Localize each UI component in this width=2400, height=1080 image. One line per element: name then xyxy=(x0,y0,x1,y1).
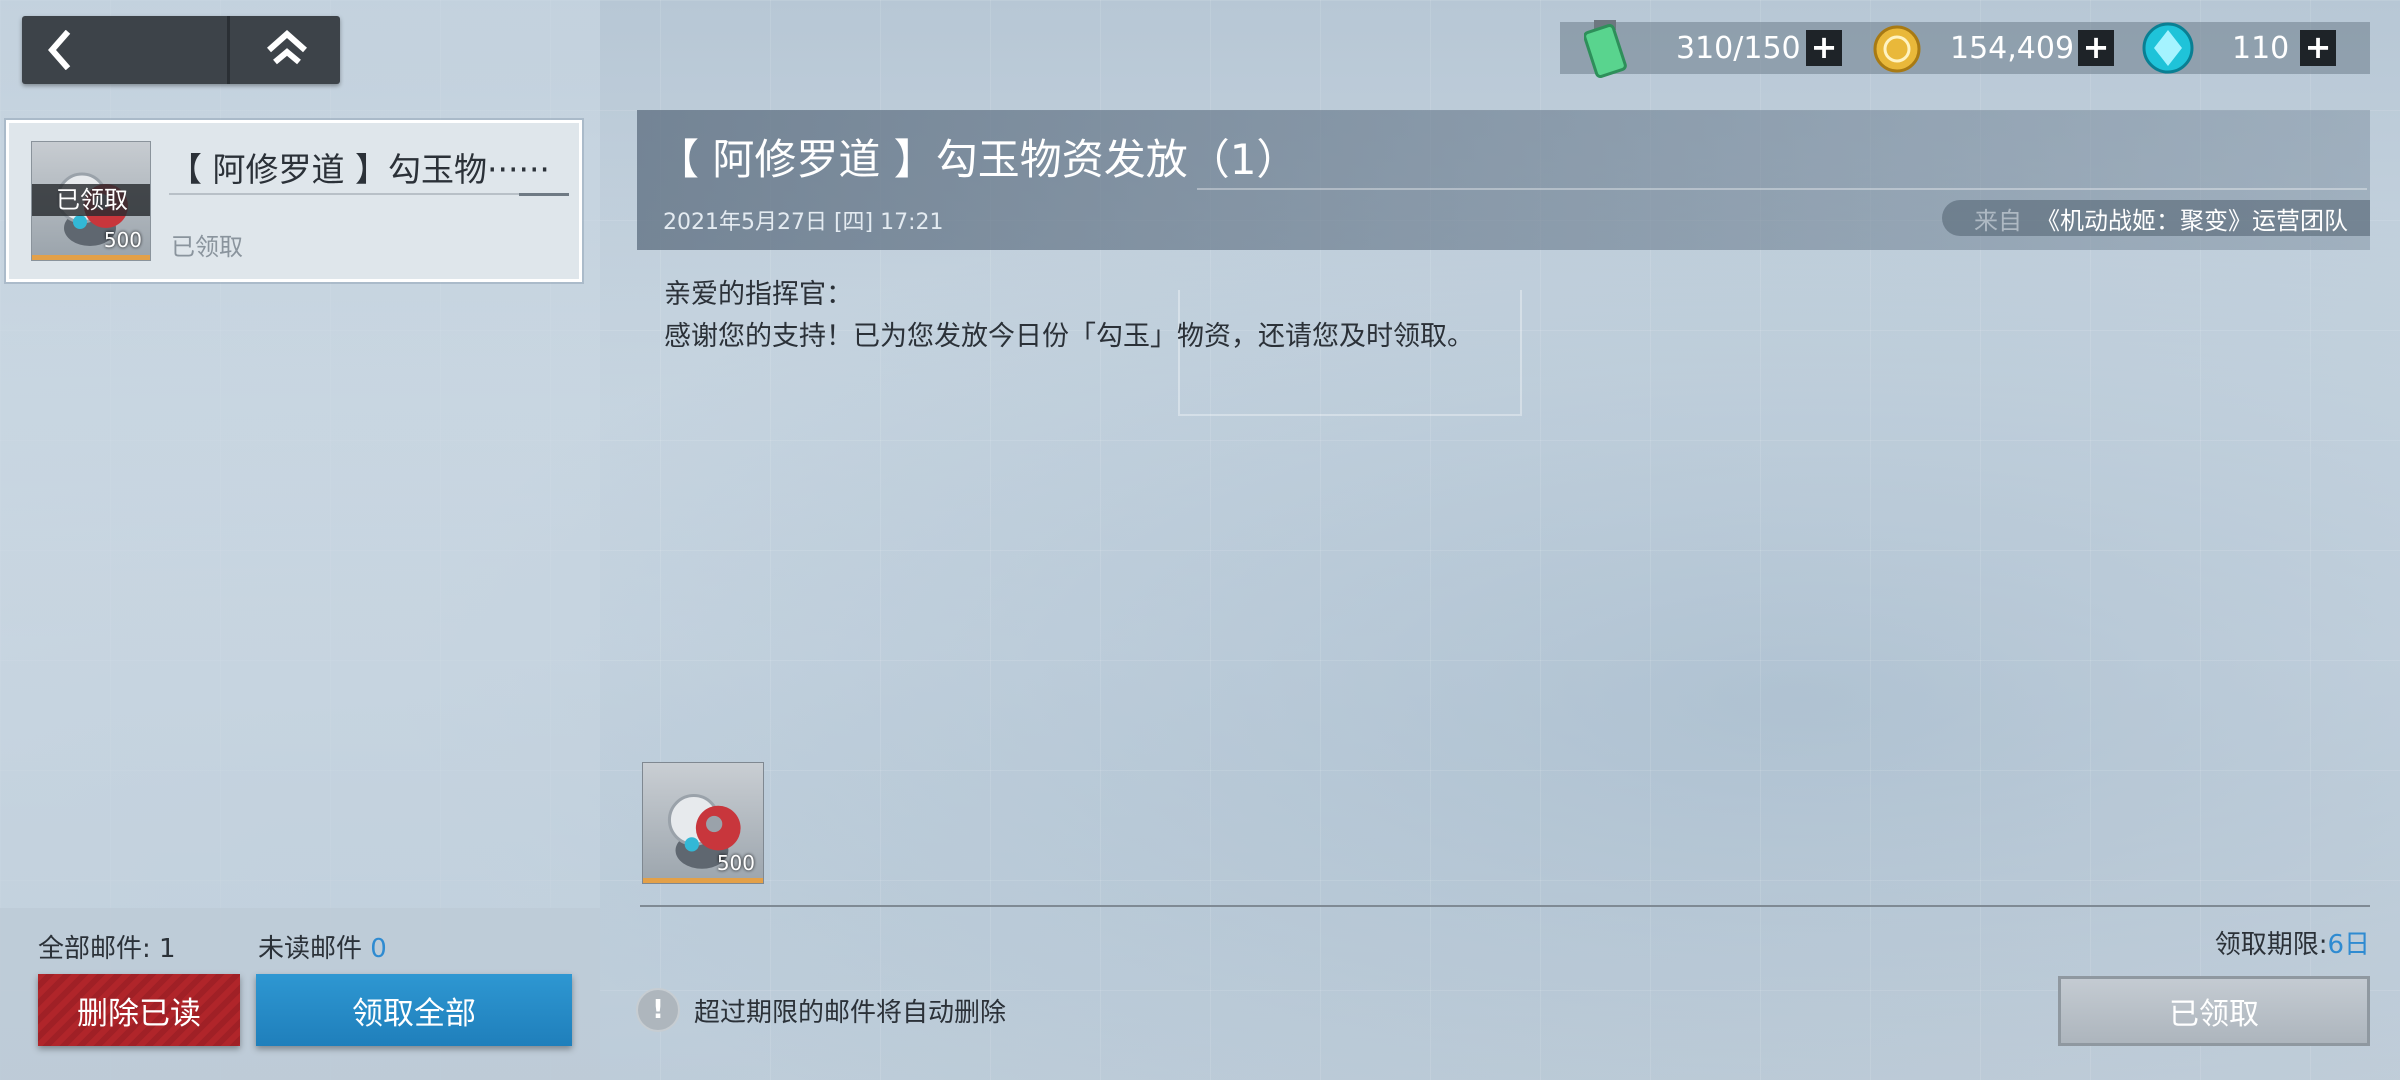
reward-item[interactable]: 500 xyxy=(642,762,764,884)
mail-greeting: 亲爱的指挥官： xyxy=(664,279,853,310)
mail-list-item[interactable]: 已领取 500 【 阿修罗道 】勾玉物······ 已领取 xyxy=(6,120,582,282)
footer-divider xyxy=(640,905,2370,907)
green-battery-icon xyxy=(1584,20,1627,78)
claim-all-button[interactable]: 领取全部 xyxy=(256,974,572,1046)
notice-text: 超过期限的邮件将自动删除 xyxy=(694,997,1007,1028)
unread-mail-count: 未读邮件 0 xyxy=(258,928,387,965)
deadline-value: 6日 xyxy=(2327,930,2370,960)
rarity-bar xyxy=(643,878,763,883)
mail-item-status: 已领取 xyxy=(171,233,243,261)
mail-sender: 来自 《机动战姬：聚变》运营团队 xyxy=(1942,200,2370,236)
cyan-crystal-icon xyxy=(2142,22,2194,74)
rarity-bar xyxy=(32,255,150,260)
mail-date: 2021年5月27日 [四] 17:21 xyxy=(663,210,944,235)
item-quantity: 500 xyxy=(103,228,142,252)
energy-plus-button[interactable]: + xyxy=(1806,30,1842,66)
divider-accent xyxy=(519,193,569,196)
mail-header: 【 阿修罗道 】勾玉物资发放（1） 2021年5月27日 [四] 17:21 来… xyxy=(637,110,2370,250)
home-button[interactable] xyxy=(227,16,343,84)
header-divider xyxy=(1197,188,2367,190)
mail-content: 感谢您的支持！已为您发放今日份「勾玉」物资，还请您及时领取。 xyxy=(664,321,1474,352)
claim-deadline: 领取期限:6日 xyxy=(2215,924,2370,961)
sender-name: 《机动战姬：聚变》运营团队 xyxy=(2036,206,2348,235)
exclamation-icon: ! xyxy=(636,988,680,1032)
mail-item-thumbnail: 已领取 500 xyxy=(31,141,151,261)
coin-plus-button[interactable]: + xyxy=(2078,30,2114,66)
mail-list-footer: 全部邮件: 1 未读邮件 0 删除已读 领取全部 xyxy=(0,908,600,1080)
energy-value: 310/150 xyxy=(1676,30,1801,66)
home-icon xyxy=(266,30,307,65)
back-button[interactable] xyxy=(22,16,222,84)
mail-title: 【 阿修罗道 】勾玉物资发放（1） xyxy=(657,135,1299,184)
nav-bar xyxy=(22,16,340,84)
mail-item-title: 【 阿修罗道 】勾玉物······ xyxy=(169,150,550,189)
crystal-value: 110 xyxy=(2232,30,2290,66)
chevron-left-icon xyxy=(48,30,71,70)
auto-delete-notice: ! 超过期限的邮件将自动删除 xyxy=(636,988,1006,1032)
mail-body: 亲爱的指挥官： 感谢您的支持！已为您发放今日份「勾玉」物资，还请您及时领取。 xyxy=(664,274,1474,358)
delete-read-button[interactable]: 删除已读 xyxy=(38,974,240,1046)
unread-value: 0 xyxy=(370,934,387,964)
crystal-plus-button[interactable]: + xyxy=(2300,30,2336,66)
coin-value: 154,409 xyxy=(1950,30,2075,66)
reward-quantity: 500 xyxy=(716,851,755,875)
claimed-button[interactable]: 已领取 xyxy=(2058,976,2370,1046)
resource-bar: 310/150 + 154,409 + 110 + xyxy=(1560,20,2370,78)
mail-list-panel: 已领取 500 【 阿修罗道 】勾玉物······ 已领取 全部邮件: 1 未读… xyxy=(0,0,600,1080)
unread-label: 未读邮件 xyxy=(258,934,363,964)
claimed-tag: 已领取 xyxy=(32,184,150,216)
gold-coin-icon xyxy=(1873,25,1921,73)
deadline-label: 领取期限: xyxy=(2214,930,2328,960)
from-label: 来自 xyxy=(1974,206,2022,235)
total-mail-count: 全部邮件: 1 xyxy=(38,934,176,964)
divider xyxy=(169,193,569,195)
